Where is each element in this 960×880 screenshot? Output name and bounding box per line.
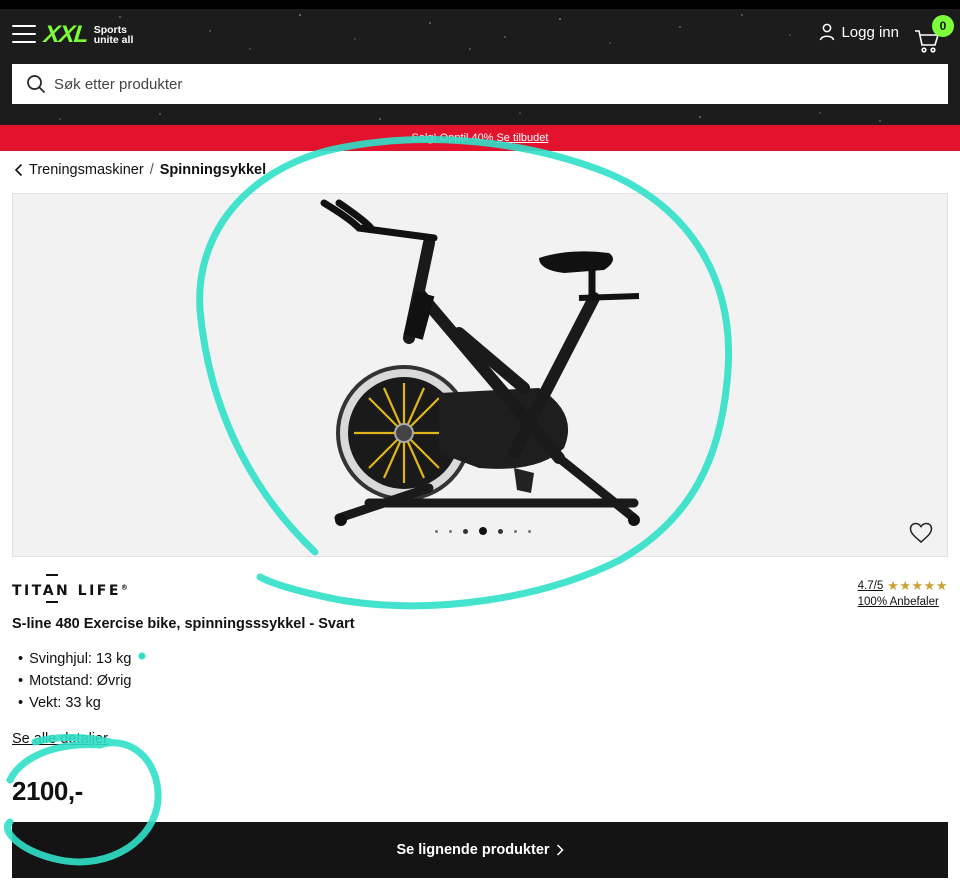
chevron-left-icon[interactable] — [14, 163, 24, 177]
rating-score[interactable]: 4.7/5 — [858, 580, 884, 592]
product-price: 2100,- — [12, 776, 83, 806]
search-icon — [27, 75, 46, 94]
brand-name: TITAN LIFE® — [12, 583, 130, 599]
similar-products-label: Se lignende produkter — [396, 842, 550, 858]
product-image-gallery[interactable] — [12, 193, 948, 557]
top-strip — [0, 0, 960, 9]
login-button[interactable]: Logg inn — [819, 23, 899, 41]
xxl-logo[interactable]: XXL Sports unite all — [42, 21, 134, 48]
recommend-percentage[interactable]: 100% Anbefaler — [858, 596, 948, 608]
spec-item: Svinghjul: 13 kg — [18, 648, 131, 670]
gallery-dot[interactable] — [449, 529, 452, 533]
product-rating[interactable]: 4.7/5 ★★★★★ 100% Anbefaler — [858, 578, 948, 608]
gallery-dot[interactable] — [514, 529, 517, 533]
brand-logo-bar-top — [46, 574, 58, 576]
user-icon — [820, 23, 835, 41]
similar-products-button[interactable]: Se lignende produkter — [12, 822, 948, 878]
breadcrumb: Treningsmaskiner / Spinningsykkel — [14, 162, 266, 178]
brand-wordmark: TITAN LIFE — [12, 583, 121, 599]
logo-tagline-line2: unite all — [93, 34, 134, 46]
gallery-dot[interactable] — [528, 529, 531, 533]
promo-banner: Salg! Opptil 40% Se tilbudet — [0, 125, 960, 151]
menu-icon[interactable] — [12, 25, 36, 45]
cart-button[interactable]: 0 — [912, 15, 954, 53]
breadcrumb-parent[interactable]: Treningsmaskiner — [29, 162, 144, 178]
login-label: Logg inn — [841, 23, 899, 41]
gallery-dot-active[interactable] — [479, 527, 487, 535]
search-input[interactable] — [54, 75, 914, 93]
logo-tagline: Sports unite all — [93, 25, 134, 46]
promo-link[interactable]: Se tilbudet — [496, 132, 548, 144]
product-image — [309, 198, 649, 548]
gallery-dot[interactable] — [435, 529, 438, 533]
promo-text: Salg! Opptil 40% — [411, 132, 494, 144]
product-specs: Svinghjul: 13 kg Motstand: Øvrig Vekt: 3… — [18, 648, 131, 714]
gallery-dots — [435, 527, 542, 535]
site-header: XXL Sports unite all Logg inn 0 — [0, 9, 960, 125]
logo-wordmark: XXL — [42, 21, 90, 48]
brand-registered-mark: ® — [120, 583, 131, 592]
breadcrumb-current: Spinningsykkel — [159, 162, 267, 178]
chevron-right-icon — [556, 844, 564, 856]
star-rating-icon: ★★★★★ — [887, 578, 948, 593]
breadcrumb-separator: / — [149, 162, 154, 178]
see-all-details-link[interactable]: Se alle detaljer — [12, 731, 108, 747]
spec-item: Vekt: 33 kg — [18, 692, 131, 714]
gallery-dot[interactable] — [463, 528, 468, 534]
brand-logo-bar-bottom — [46, 601, 58, 603]
search-bar[interactable] — [12, 64, 948, 104]
heart-icon[interactable] — [909, 522, 933, 544]
product-title: S-line 480 Exercise bike, spinningsssykk… — [12, 616, 355, 632]
spec-item: Motstand: Øvrig — [18, 670, 131, 692]
cart-count-badge: 0 — [932, 15, 954, 37]
gallery-dot[interactable] — [498, 528, 503, 534]
brand-logo[interactable]: TITAN LIFE® — [12, 574, 128, 606]
